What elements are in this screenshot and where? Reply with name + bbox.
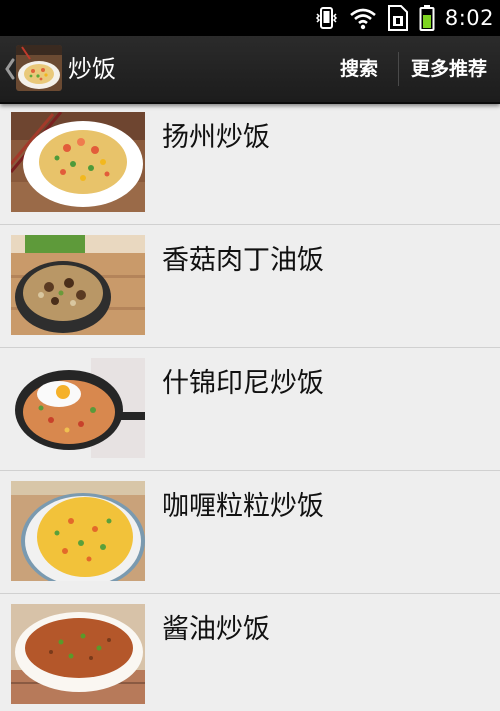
- action-bar: 炒饭 搜索 更多推荐: [0, 36, 500, 104]
- fried-rice-logo-icon[interactable]: [16, 45, 62, 91]
- list-item[interactable]: 什锦印尼炒饭: [0, 348, 500, 471]
- page-title: 炒饭: [68, 55, 116, 83]
- wifi-icon: [349, 6, 377, 30]
- recipe-thumbnail: [11, 235, 145, 335]
- recipe-title: 咖喱粒粒炒饭: [162, 491, 324, 522]
- list-item[interactable]: 酱油炒饭: [0, 594, 500, 711]
- recipe-thumbnail: [11, 604, 145, 704]
- recipe-thumbnail: [11, 112, 145, 212]
- status-icons: 8:02: [315, 0, 494, 36]
- sim-card-icon: [387, 5, 409, 31]
- recipe-title: 什锦印尼炒饭: [162, 368, 324, 399]
- search-button[interactable]: 搜索: [340, 36, 378, 102]
- list-item[interactable]: 咖喱粒粒炒饭: [0, 471, 500, 594]
- recipe-title: 香菇肉丁油饭: [162, 245, 324, 276]
- action-divider: [398, 52, 399, 86]
- recipe-thumbnail: [11, 358, 145, 458]
- recipe-title: 扬州炒饭: [162, 122, 270, 153]
- vibrate-icon: [315, 6, 339, 30]
- more-recommendations-button[interactable]: 更多推荐: [411, 36, 487, 102]
- recipe-title: 酱油炒饭: [162, 614, 270, 645]
- list-item[interactable]: 扬州炒饭: [0, 102, 500, 225]
- clock: 8:02: [444, 6, 494, 30]
- status-bar: 8:02: [0, 0, 500, 36]
- list-item[interactable]: 香菇肉丁油饭: [0, 225, 500, 348]
- chevron-left-icon[interactable]: [3, 56, 17, 82]
- recipe-list: 扬州炒饭 香菇肉丁油饭 什锦印尼炒饭 咖喱粒粒炒饭 酱油炒饭: [0, 102, 500, 711]
- battery-icon: [419, 5, 435, 31]
- recipe-thumbnail: [11, 481, 145, 581]
